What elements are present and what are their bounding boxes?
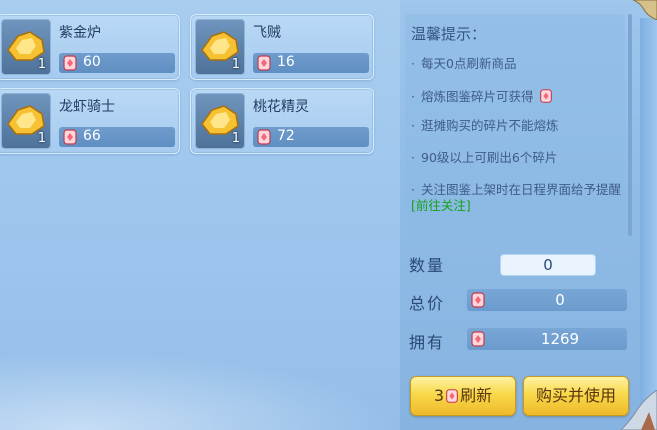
- currency-coin-icon: [539, 89, 552, 103]
- total-price-label: 总价: [409, 294, 446, 313]
- corner-ornament-icon: [621, 390, 657, 430]
- item-name: 飞贼: [253, 25, 281, 41]
- currency-coin-icon: [446, 389, 458, 403]
- tips-scrollbar[interactable]: [628, 14, 632, 236]
- currency-coin-icon: [63, 129, 77, 145]
- item-name: 紫金炉: [59, 25, 101, 41]
- buy-label: 购买并使用: [535, 386, 616, 405]
- item-thumbnail: 1: [195, 19, 245, 75]
- tip-line: · 逛摊购买的碎片不能熔炼: [411, 118, 559, 133]
- total-price-value: 0: [555, 291, 565, 309]
- owned-bar: 1269: [467, 328, 627, 350]
- owned-value: 1269: [540, 330, 580, 348]
- item-price: 72: [277, 128, 295, 144]
- item-price: 16: [277, 54, 295, 70]
- item-quantity: 1: [37, 57, 46, 72]
- background-fog: [0, 350, 400, 430]
- tip-line: · 熔炼图鉴碎片可获得: [411, 88, 621, 105]
- tip-line: · 90级以上可刷出6个碎片: [411, 150, 558, 165]
- item-quantity: 1: [231, 57, 240, 72]
- corner-ornament-icon: [633, 0, 657, 20]
- follow-link[interactable]: [前往关注]: [411, 198, 471, 213]
- quantity-label: 数量: [409, 256, 446, 275]
- item-card-4[interactable]: 1 桃花精灵 72: [190, 88, 374, 154]
- total-price-bar: 0: [467, 289, 627, 311]
- item-card-3[interactable]: 1 龙虾骑士 66: [0, 88, 180, 154]
- currency-coin-icon: [257, 129, 271, 145]
- refresh-cost: 3: [433, 386, 445, 405]
- item-thumbnail: 1: [1, 19, 51, 75]
- item-quantity: 1: [231, 131, 240, 146]
- refresh-label: 刷新: [460, 386, 493, 405]
- currency-coin-icon: [471, 331, 485, 347]
- item-price: 66: [83, 128, 101, 144]
- price-bar: 60: [59, 53, 175, 73]
- currency-coin-icon: [63, 55, 77, 71]
- tip-line: · 关注图鉴上架时在日程界面给予提醒[前往关注]: [411, 182, 622, 213]
- tips-panel: 温馨提示： · 每天0点刷新商品 · 熔炼图鉴碎片可获得 · 逛摊购买的碎片不能熔炼 …: [405, 14, 625, 236]
- item-thumbnail: 1: [1, 93, 51, 149]
- quantity-input[interactable]: 0: [500, 254, 596, 276]
- item-card-2[interactable]: 1 飞贼 16: [190, 14, 374, 80]
- currency-coin-icon: [257, 55, 271, 71]
- refresh-button[interactable]: 3 刷新: [410, 376, 516, 416]
- item-card-1[interactable]: 1 紫金炉 60: [0, 14, 180, 80]
- panel-edge: [640, 18, 657, 430]
- item-name: 桃花精灵: [253, 99, 309, 115]
- item-name: 龙虾骑士: [59, 99, 115, 115]
- currency-coin-icon: [471, 292, 485, 308]
- price-bar: 16: [253, 53, 369, 73]
- owned-label: 拥有: [409, 333, 446, 352]
- price-bar: 72: [253, 127, 369, 147]
- item-price: 60: [83, 54, 101, 70]
- price-bar: 66: [59, 127, 175, 147]
- item-quantity: 1: [37, 131, 46, 146]
- tips-title: 温馨提示：: [411, 25, 487, 43]
- item-thumbnail: 1: [195, 93, 245, 149]
- tip-line: · 每天0点刷新商品: [411, 56, 517, 71]
- buy-and-use-button[interactable]: 购买并使用: [523, 376, 629, 416]
